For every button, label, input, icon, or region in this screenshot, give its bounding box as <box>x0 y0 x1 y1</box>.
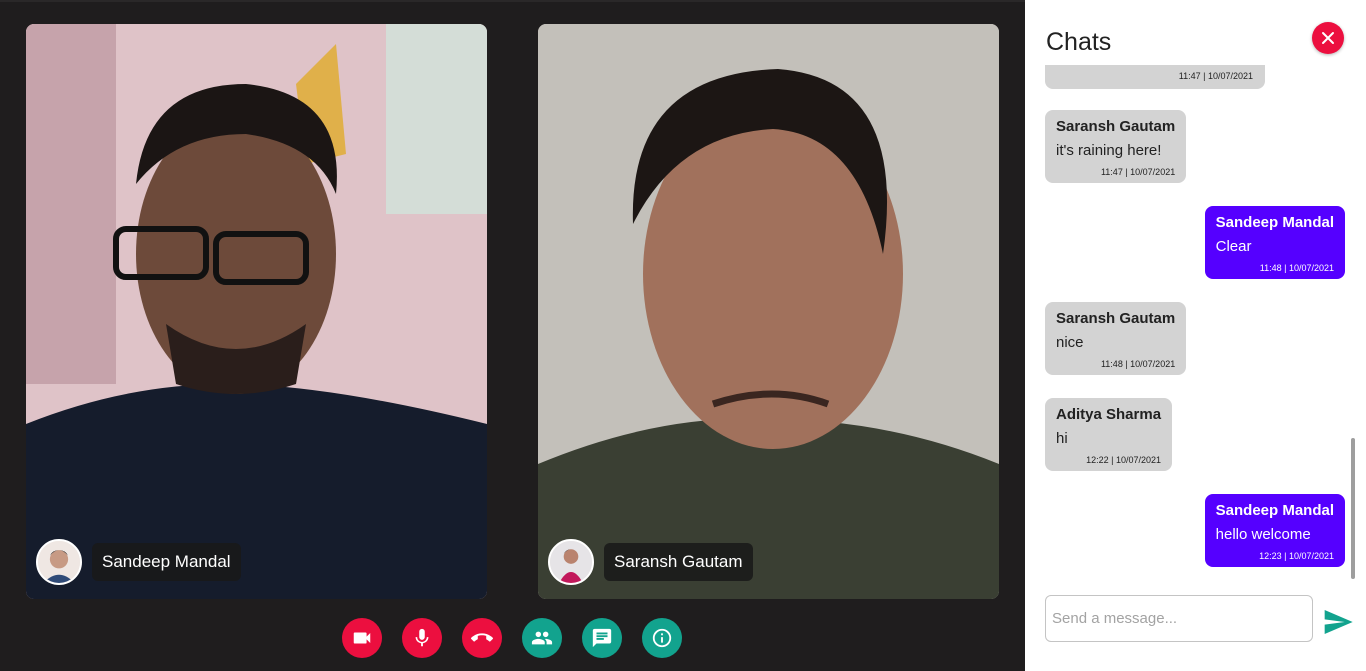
participant-name: Sandeep Mandal <box>92 543 241 581</box>
video-tile-sandeep: Sandeep Mandal <box>26 24 487 599</box>
call-end-icon <box>471 633 493 642</box>
user-avatar <box>548 539 594 585</box>
video-tile-saransh: Saransh Gautam <box>538 24 999 599</box>
close-chat-button[interactable] <box>1312 22 1344 54</box>
videocam-icon <box>353 632 371 644</box>
chat-button[interactable] <box>582 618 622 658</box>
participants-button[interactable] <box>522 618 562 658</box>
message-bubble-partial: 11:47 | 10/07/2021 <box>1045 65 1265 89</box>
message-scrollbar[interactable] <box>1351 438 1355 579</box>
message-time: 11:47 | 10/07/2021 <box>1100 167 1176 177</box>
participant-label: Saransh Gautam <box>548 539 753 585</box>
message-bubble: Saransh Gautam it's raining here! 11:47 … <box>1045 110 1187 183</box>
video-feed <box>538 24 999 599</box>
message-text: hi <box>1056 430 1068 447</box>
video-stage: Sandeep Mandal Saransh Gautam <box>0 0 1025 671</box>
user-avatar <box>36 539 82 585</box>
send-button[interactable] <box>1321 606 1355 638</box>
message-sender: Sandeep Mandal <box>1215 502 1334 519</box>
chat-panel: Chats 11:47 | 10/07/2021 Saransh Gautam … <box>1025 0 1366 671</box>
chat-icon <box>592 628 612 648</box>
message-input[interactable] <box>1045 595 1313 642</box>
message-text: it's raining here! <box>1056 142 1162 159</box>
camera-button[interactable] <box>342 618 382 658</box>
info-button[interactable] <box>642 618 682 658</box>
message-text: hello welcome <box>1215 526 1311 543</box>
send-icon <box>1324 610 1353 634</box>
participant-label: Sandeep Mandal <box>36 539 241 585</box>
message-sender: Sandeep Mandal <box>1215 214 1334 231</box>
message-list[interactable]: 11:47 | 10/07/2021 Saransh Gautam it's r… <box>1045 65 1351 580</box>
message-sender: Saransh Gautam <box>1056 310 1176 327</box>
message-text: nice <box>1056 334 1084 351</box>
meeting-app: Sandeep Mandal Saransh Gautam Chats 11:4… <box>0 0 1366 671</box>
message-bubble: Aditya Sharma hi 12:22 | 10/07/2021 <box>1045 398 1173 471</box>
message-time: 11:48 | 10/07/2021 <box>1100 359 1176 369</box>
chat-title: Chats <box>1046 28 1112 56</box>
mic-button[interactable] <box>402 618 442 658</box>
message-bubble-own: Sandeep Mandal Clear 11:48 | 10/07/2021 <box>1204 206 1345 279</box>
message-time: 12:22 | 10/07/2021 <box>1086 455 1162 465</box>
message-bubble-own: Sandeep Mandal hello welcome 12:23 | 10/… <box>1204 494 1345 567</box>
end-call-button[interactable] <box>462 618 502 658</box>
message-text: Clear <box>1215 238 1252 255</box>
message-sender: Saransh Gautam <box>1056 118 1176 135</box>
message-time: 11:48 | 10/07/2021 <box>1259 263 1334 273</box>
call-controls <box>342 618 682 658</box>
mic-icon <box>415 628 429 647</box>
message-time: 11:47 | 10/07/2021 <box>1178 71 1253 81</box>
info-icon <box>652 628 672 648</box>
close-icon <box>1322 32 1334 44</box>
video-feed <box>26 24 487 599</box>
message-sender: Aditya Sharma <box>1056 406 1162 423</box>
message-time: 12:23 | 10/07/2021 <box>1259 551 1334 561</box>
message-bubble: Saransh Gautam nice 11:48 | 10/07/2021 <box>1045 302 1187 375</box>
participant-name: Saransh Gautam <box>604 543 753 581</box>
people-icon <box>531 631 553 645</box>
